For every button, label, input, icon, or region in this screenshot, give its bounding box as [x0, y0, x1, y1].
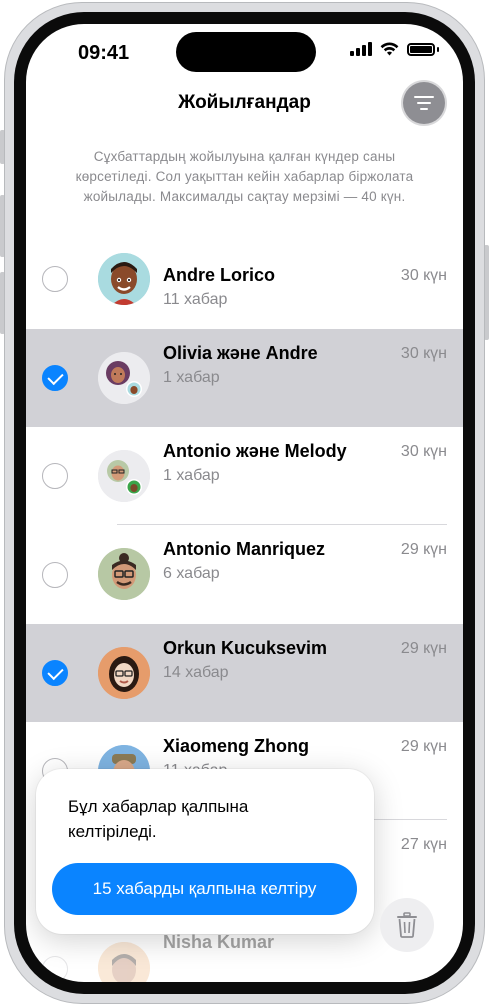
memoji-icon — [98, 352, 150, 404]
avatar — [98, 647, 150, 699]
group-avatar — [98, 450, 150, 502]
checkmark-icon[interactable] — [42, 660, 68, 686]
filter-button[interactable] — [403, 82, 445, 124]
conversation-name: Orkun Kucuksevim — [163, 638, 328, 658]
delete-button[interactable] — [380, 898, 434, 952]
trash-icon — [397, 912, 417, 938]
status-time: 09:41 — [78, 42, 130, 64]
days-remaining: 29 күн — [400, 738, 447, 755]
page-title: Жойылғандар — [178, 92, 311, 113]
phone-screen: 09:41 Жойылғандар Сұхбаттардың жойылуына… — [26, 24, 463, 982]
select-checkbox[interactable] — [42, 463, 68, 489]
restore-message: Бұл хабарлар қалпына келтіріледі. — [68, 797, 249, 841]
days-remaining: 30 күн — [400, 443, 447, 460]
conversation-name: Andre Lorico — [163, 265, 276, 285]
select-checkbox[interactable] — [42, 956, 68, 982]
memoji-icon — [98, 548, 150, 600]
conversation-name: Xiaomeng Zhong — [163, 736, 309, 756]
message-count: 14 хабар — [163, 664, 229, 681]
conversation-row[interactable]: Antonio және Melody 1 хабар 30 күн — [26, 427, 463, 525]
conversation-row[interactable]: Andre Lorico 11 хабар 30 күн — [26, 230, 463, 328]
filter-icon — [414, 96, 434, 98]
memoji-icon — [98, 647, 150, 699]
message-count: 1 хабар — [163, 369, 220, 386]
dynamic-island — [176, 32, 316, 72]
select-checkbox[interactable] — [42, 562, 68, 588]
phone-frame: 09:41 Жойылғандар Сұхбаттардың жойылуына… — [4, 2, 485, 1004]
memoji-icon — [98, 450, 150, 502]
select-checkbox[interactable] — [42, 266, 68, 292]
wifi-icon — [380, 42, 399, 56]
battery-tip — [437, 46, 439, 52]
status-icons — [350, 42, 439, 56]
avatar — [98, 942, 150, 982]
memoji-icon — [98, 942, 150, 982]
avatar — [98, 548, 150, 600]
conversation-row[interactable]: Antonio Manriquez 6 хабар 29 күн — [26, 525, 463, 623]
days-remaining: 30 күн — [400, 267, 447, 284]
restore-button[interactable]: 15 хабарды қалпына келтіру — [52, 863, 357, 915]
conversation-name: Olivia және Andre — [163, 343, 318, 363]
days-remaining: 29 күн — [400, 640, 447, 657]
retention-note: Сұхбаттардың жойылуына қалған күндер сан… — [75, 149, 414, 204]
conversation-name: Antonio Manriquez — [163, 539, 325, 559]
battery-icon — [407, 42, 435, 56]
signal-icon — [350, 42, 372, 56]
days-remaining: 29 күн — [400, 541, 447, 558]
message-count: 6 хабар — [163, 565, 220, 582]
days-remaining: 27 күн — [400, 836, 447, 853]
conversation-name: Antonio және Melody — [163, 441, 347, 461]
restore-popup: Бұл хабарлар қалпына келтіріледі. 15 хаб… — [36, 769, 374, 934]
filter-icon-line — [420, 108, 428, 110]
conversation-name: Nisha Kumar — [163, 932, 275, 952]
conversation-row[interactable]: Orkun Kucuksevim 14 хабар 29 күн — [26, 624, 463, 722]
checkmark-icon[interactable] — [42, 365, 68, 391]
days-remaining: 30 күн — [400, 345, 447, 362]
memoji-icon — [98, 253, 150, 305]
group-avatar — [98, 352, 150, 404]
phone-bezel: 09:41 Жойылғандар Сұхбаттардың жойылуына… — [14, 12, 475, 994]
avatar — [98, 253, 150, 305]
message-count: 1 хабар — [163, 467, 220, 484]
filter-icon-line — [417, 102, 431, 104]
message-count: 11 хабар — [163, 291, 228, 308]
conversation-row[interactable]: Olivia және Andre 1 хабар 30 күн — [26, 329, 463, 427]
